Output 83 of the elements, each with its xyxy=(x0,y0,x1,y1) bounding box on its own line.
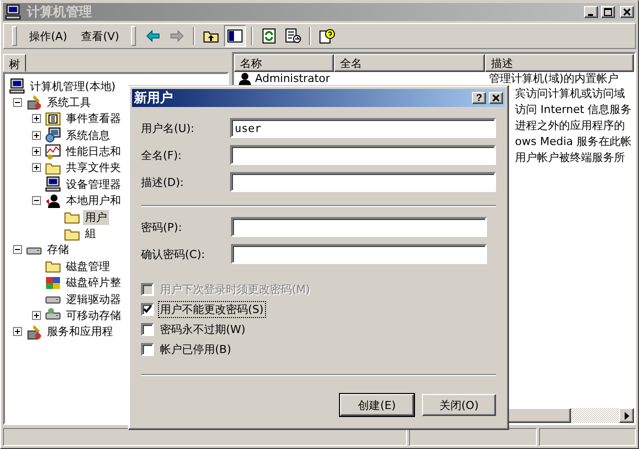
window-title: 计算机管理 xyxy=(27,4,93,21)
menu-item[interactable]: 查看(V) xyxy=(75,26,126,46)
tree-item[interactable]: 存储 xyxy=(45,242,71,258)
right-arrow-icon xyxy=(624,412,630,420)
expand-toggle[interactable] xyxy=(32,114,41,124)
tree-item[interactable]: 设备管理器 xyxy=(64,176,123,192)
field-label: 描述(D): xyxy=(141,174,185,190)
checkbox[interactable] xyxy=(141,322,154,336)
column-header[interactable]: 名称 xyxy=(234,54,334,72)
expand-toggle[interactable] xyxy=(32,147,41,156)
back-icon xyxy=(145,28,162,44)
tree-item[interactable]: 用户 xyxy=(83,210,109,225)
tree-item[interactable]: 磁盘碎片整 xyxy=(64,275,123,290)
table-cell-text: ows Media 服务在此帐 xyxy=(514,134,632,148)
tools-icon xyxy=(26,324,42,340)
checkbox-label[interactable]: 帐户已停用(B) xyxy=(158,340,234,358)
table-cell-text: 用户帐户被终端服务所 xyxy=(514,150,626,164)
help-icon xyxy=(319,28,336,44)
tree-item[interactable]: 事件查看器 xyxy=(64,111,123,126)
dialog-title: 新用户 xyxy=(134,90,174,107)
export-icon xyxy=(285,28,302,44)
expand-toggle[interactable] xyxy=(32,196,41,206)
maximize-icon xyxy=(604,8,612,16)
log-icon xyxy=(45,110,61,127)
expand-toggle[interactable] xyxy=(13,245,22,254)
column-header[interactable]: 描述 xyxy=(485,54,634,72)
field-label: 全名(F): xyxy=(141,148,183,162)
tree-item[interactable]: 磁盘管理 xyxy=(64,258,112,274)
defrag-icon xyxy=(45,274,61,291)
tree-item[interactable]: 組 xyxy=(83,226,98,242)
menu-item[interactable]: 操作(A) xyxy=(23,26,74,46)
tree-icon xyxy=(227,28,244,44)
scroll-right-button[interactable] xyxy=(619,408,634,423)
computer-icon xyxy=(45,176,61,192)
tree-item[interactable]: 系统工具 xyxy=(45,94,93,110)
tree-button[interactable] xyxy=(224,25,246,47)
tree-item[interactable]: 共享文件夹 xyxy=(64,160,123,176)
tree-item[interactable]: 性能日志和 xyxy=(64,144,123,160)
expand-toggle[interactable] xyxy=(13,98,22,107)
tree-item[interactable]: 可移动存储 xyxy=(64,308,123,323)
table-cell-text: 宾访问计算机或访问域 xyxy=(514,86,626,100)
table-cell-text: 访问 Internet 信息服务 xyxy=(514,102,633,116)
input-field[interactable]: user xyxy=(230,118,496,138)
forward-icon xyxy=(169,28,186,44)
column-header[interactable]: 全名 xyxy=(334,54,485,72)
expand-toggle[interactable] xyxy=(32,130,41,140)
table-cell-text: 管理计算机(域)的内置帐户 xyxy=(488,72,620,85)
checkbox-label[interactable]: 密码永不过期(W) xyxy=(158,320,248,338)
tree-item[interactable]: 计算机管理(本地) xyxy=(28,78,118,94)
checkbox[interactable] xyxy=(141,342,154,356)
close-icon xyxy=(623,8,631,16)
dialog-button[interactable]: 创建(E) xyxy=(340,394,414,416)
input-field[interactable] xyxy=(231,217,487,237)
computer-icon xyxy=(5,4,21,20)
field-label: 用户名(U): xyxy=(141,120,196,136)
expand-toggle[interactable] xyxy=(32,163,41,172)
field-label: 密码(P): xyxy=(141,220,183,234)
expand-toggle[interactable] xyxy=(13,327,22,336)
checkbox[interactable] xyxy=(141,302,154,316)
input-field[interactable] xyxy=(231,244,487,264)
input-field[interactable] xyxy=(230,172,496,192)
chart-icon xyxy=(45,144,61,160)
checkbox-label[interactable]: 用户不能更改密码(S) xyxy=(158,300,266,318)
dialog-button[interactable]: 关闭(O) xyxy=(422,394,496,416)
table-cell-text: 进程之外的应用程序的 xyxy=(514,118,626,132)
refresh-icon xyxy=(261,28,278,44)
user-figure-icon xyxy=(237,72,251,86)
close-button[interactable] xyxy=(489,92,503,104)
tree-item[interactable]: 逻辑驱动器 xyxy=(64,292,123,307)
user-figure-icon xyxy=(45,192,61,209)
info-icon xyxy=(45,127,61,144)
computer-icon xyxy=(9,78,25,94)
input-field[interactable] xyxy=(230,145,496,165)
expand-toggle[interactable] xyxy=(32,310,41,320)
field-label: 确认密码(C): xyxy=(141,246,206,262)
table-cell-text: Administrator xyxy=(254,72,331,85)
tree-tab[interactable]: 树 xyxy=(3,54,26,72)
help-button[interactable]: ? xyxy=(472,92,486,104)
tree-item[interactable]: 服务和应用程 xyxy=(45,324,115,340)
tools-icon xyxy=(26,94,42,110)
tree-item[interactable]: 系统信息 xyxy=(64,128,112,143)
close-icon xyxy=(492,94,500,102)
tree-item[interactable]: 本地用户和 xyxy=(64,193,123,208)
